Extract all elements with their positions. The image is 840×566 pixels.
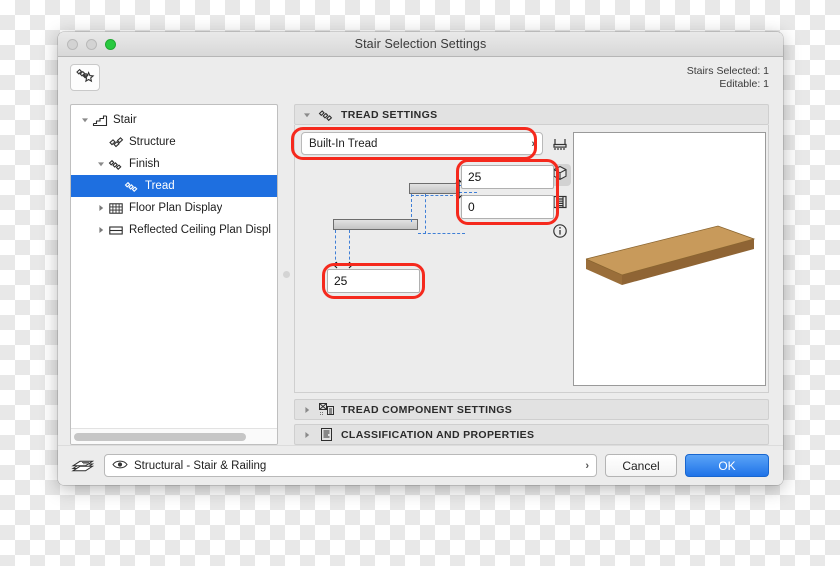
divider-grip[interactable] — [282, 271, 290, 278]
tree-horizontal-scrollbar[interactable] — [71, 428, 277, 444]
tread-icon — [123, 180, 141, 193]
tread-editor-column: Built-In Tread › 25 0 25 — [291, 127, 559, 386]
window-title: Stair Selection Settings — [354, 37, 487, 51]
stair-selection-settings-window: Stair Selection Settings Stairs Selected… — [58, 32, 783, 485]
dialog-footer: Structural - Stair & Railing › Cancel OK — [58, 445, 783, 485]
tree-item-structure[interactable]: Structure — [71, 131, 277, 153]
classification-and-properties-title: CLASSIFICATION AND PROPERTIES — [341, 428, 535, 441]
tread-icon — [316, 108, 336, 122]
chevron-down-icon[interactable] — [79, 116, 91, 124]
info-icon — [552, 223, 568, 244]
tree-item-stair[interactable]: Stair — [71, 109, 277, 131]
tree-item-tread[interactable]: Tread — [71, 175, 277, 197]
layer-value: Structural - Stair & Railing — [134, 459, 267, 472]
selection-info: Stairs Selected: 1 Editable: 1 — [687, 64, 769, 91]
tree-item-label: Finish — [129, 158, 160, 170]
dimension-line-4 — [418, 233, 465, 234]
classification-and-properties-section-header[interactable]: CLASSIFICATION AND PROPERTIES — [294, 424, 769, 445]
dimension-line-3 — [411, 195, 453, 196]
dialog-header: Stairs Selected: 1 Editable: 1 — [58, 57, 783, 104]
tread-diagram: 25 0 25 — [301, 159, 559, 386]
tree-item-reflected-ceiling-plan-displ[interactable]: Reflected Ceiling Plan Displ — [71, 219, 277, 241]
tread-type-dropdown[interactable]: Built-In Tread › — [301, 132, 543, 155]
tree-item-label: Structure — [129, 136, 176, 148]
tread-nosing-offset-input[interactable]: 0 — [461, 195, 554, 219]
layer-dropdown[interactable]: Structural - Stair & Railing › — [104, 454, 597, 477]
floor-plan-view-button[interactable] — [549, 135, 571, 157]
tree-scrollbar-thumb[interactable] — [74, 432, 246, 441]
tree-item-floor-plan-display[interactable]: Floor Plan Display — [71, 197, 277, 219]
structure-icon — [107, 136, 125, 149]
favorites-button[interactable] — [70, 64, 100, 91]
settings-tree-panel: Stair Structure Finish Tread Floor Plan Disp… — [70, 104, 278, 445]
chevron-down-icon[interactable] — [301, 111, 313, 119]
settings-content-panel: TREAD SETTINGS Built-In Tread › 25 0 25 … — [291, 104, 769, 445]
tree-item-finish[interactable]: Finish — [71, 153, 277, 175]
3d-view-icon — [552, 165, 568, 186]
diagram-upper-tread-bar — [409, 183, 459, 194]
tread-3d-render — [585, 225, 756, 285]
reflected-ceiling-icon — [107, 224, 125, 237]
panel-divider[interactable] — [278, 104, 294, 445]
section-view-icon — [552, 194, 568, 215]
cancel-button[interactable]: Cancel — [605, 454, 677, 477]
editable-label: Editable: 1 — [719, 78, 769, 90]
chevron-right-icon[interactable] — [95, 226, 107, 234]
dimension-line-2 — [425, 194, 426, 234]
diagram-lower-tread-bar — [333, 219, 418, 230]
tread-component-icon — [316, 402, 336, 417]
settings-tree: Stair Structure Finish Tread Floor Plan Disp… — [71, 105, 277, 428]
dialog-body: Stair Structure Finish Tread Floor Plan Disp… — [58, 104, 783, 445]
tree-item-label: Reflected Ceiling Plan Displ — [129, 224, 271, 236]
tread-settings-section-header[interactable]: TREAD SETTINGS — [294, 104, 769, 125]
chevron-right-icon[interactable] — [301, 406, 313, 414]
layers-icon — [70, 457, 96, 475]
chevron-right-icon[interactable] — [95, 204, 107, 212]
tree-item-label: Stair — [113, 114, 137, 126]
tread-settings-title: TREAD SETTINGS — [341, 108, 438, 121]
chevron-right-icon[interactable] — [301, 431, 313, 439]
stair-icon — [91, 114, 109, 127]
tread-settings-content: Built-In Tread › 25 0 25 — [291, 125, 769, 393]
chevron-right-icon[interactable]: › — [585, 460, 589, 472]
tread-component-settings-title: TREAD COMPONENT SETTINGS — [341, 403, 513, 416]
dimension-line-1 — [411, 194, 412, 222]
window-titlebar: Stair Selection Settings — [58, 32, 783, 57]
chevron-right-icon[interactable]: › — [531, 138, 535, 150]
tread-component-settings-section-header[interactable]: TREAD COMPONENT SETTINGS — [294, 399, 769, 420]
info-button[interactable] — [549, 222, 571, 244]
stairs-selected-label: Stairs Selected: 1 — [686, 65, 769, 77]
tree-item-label: Tread — [145, 180, 175, 192]
stair-star-icon — [75, 66, 95, 89]
chevron-down-icon[interactable] — [95, 160, 107, 168]
finish-icon — [107, 158, 125, 171]
eye-icon[interactable] — [112, 459, 128, 473]
ok-button[interactable]: OK — [685, 454, 769, 477]
tread-thickness-input[interactable]: 25 — [461, 165, 554, 189]
3d-tread-preview[interactable] — [573, 132, 766, 386]
floor-plan-display-icon — [107, 202, 125, 215]
classification-icon — [316, 427, 336, 442]
tree-item-label: Floor Plan Display — [129, 202, 223, 214]
tread-type-value: Built-In Tread — [309, 137, 378, 150]
tread-overhang-input[interactable]: 25 — [327, 269, 420, 293]
floor-plan-view-icon — [552, 136, 568, 157]
